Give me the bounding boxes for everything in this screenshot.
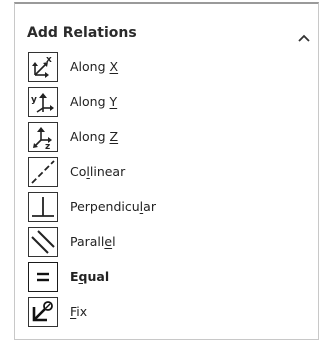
relation-label: Equal xyxy=(70,269,109,284)
label-text: Co xyxy=(70,164,87,179)
mnemonic-letter: Z xyxy=(109,129,119,144)
equal-icon xyxy=(28,262,58,292)
relation-along-y-button[interactable]: y Along Y xyxy=(28,87,313,122)
label-text: ual xyxy=(87,269,110,284)
relation-label: Along X xyxy=(70,59,118,74)
relation-along-z-button[interactable]: z Along Z xyxy=(28,122,313,157)
relation-fix-button[interactable]: Fix xyxy=(28,297,313,332)
label-text: l xyxy=(112,234,116,249)
fix-icon xyxy=(28,297,58,327)
along-x-icon: x xyxy=(28,52,58,82)
mnemonic-letter: e xyxy=(104,234,113,249)
mnemonic-letter: X xyxy=(109,59,119,74)
relations-list: x Along X y Along Y z Along Z Collinear … xyxy=(28,52,313,332)
label-text: ar xyxy=(143,199,156,214)
svg-text:y: y xyxy=(31,95,37,105)
panel-header[interactable]: Add Relations xyxy=(15,4,318,44)
svg-text:z: z xyxy=(45,142,50,151)
along-z-icon: z xyxy=(28,122,58,152)
relation-label: Perpendicular xyxy=(70,199,156,214)
collinear-icon xyxy=(28,157,58,187)
relation-label: Along Z xyxy=(70,129,118,144)
relation-equal-button[interactable]: Equal xyxy=(28,262,313,297)
relation-label: Fix xyxy=(70,304,87,319)
chevron-up-icon[interactable] xyxy=(297,28,311,42)
label-text: Parall xyxy=(70,234,105,249)
relation-collinear-button[interactable]: Collinear xyxy=(28,157,313,192)
label-text: ix xyxy=(76,304,88,319)
label-text: Along xyxy=(70,129,110,144)
relation-along-x-button[interactable]: x Along X xyxy=(28,52,313,87)
mnemonic-letter: Y xyxy=(109,94,118,109)
mnemonic-letter: q xyxy=(78,269,88,284)
relation-label: Parallel xyxy=(70,234,116,249)
perpendicular-icon xyxy=(28,192,58,222)
label-text: E xyxy=(70,269,79,284)
label-text: linear xyxy=(89,164,126,179)
label-text: Along xyxy=(70,94,110,109)
parallel-icon xyxy=(28,227,58,257)
relation-parallel-button[interactable]: Parallel xyxy=(28,227,313,262)
relation-label: Along Y xyxy=(70,94,117,109)
panel-title: Add Relations xyxy=(27,25,137,41)
relation-perpendicular-button[interactable]: Perpendicular xyxy=(28,192,313,227)
label-text: Along xyxy=(70,59,110,74)
along-y-icon: y xyxy=(28,87,58,117)
add-relations-panel: Add Relations x Along X y Along Y z Alon… xyxy=(14,2,319,340)
label-text: Perpendicu xyxy=(70,199,140,214)
svg-text:x: x xyxy=(46,55,52,65)
relation-label: Collinear xyxy=(70,164,125,179)
